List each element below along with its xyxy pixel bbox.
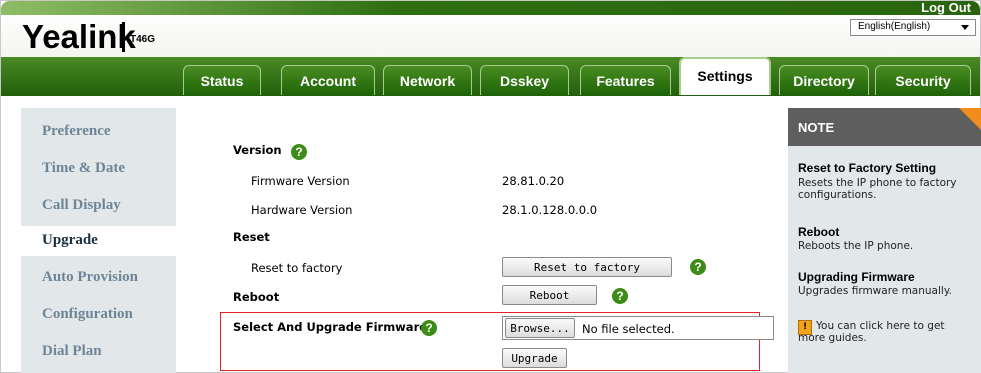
sidebar-item-configuration[interactable]: Configuration xyxy=(42,306,133,323)
sidebar-item-auto-provision[interactable]: Auto Provision xyxy=(42,269,138,286)
help-icon-version[interactable]: ? xyxy=(291,144,307,160)
help-icon-upgrade[interactable]: ? xyxy=(421,320,437,336)
note-reset-text: Resets the IP phone to factory configura… xyxy=(798,177,957,201)
tab-directory[interactable]: Directory xyxy=(779,65,869,95)
tab-account[interactable]: Account xyxy=(281,65,375,95)
language-value: English(English) xyxy=(858,21,931,32)
tab-features[interactable]: Features xyxy=(580,65,671,95)
hardware-version-label: Hardware Version xyxy=(251,203,353,217)
header-logo-area xyxy=(1,9,980,57)
reset-to-factory-button[interactable]: Reset to factory xyxy=(502,257,672,277)
phone-model: T46G xyxy=(130,34,156,45)
note-reset-title: Reset to Factory Setting xyxy=(798,161,937,175)
reboot-heading: Reboot xyxy=(233,290,280,304)
tab-network[interactable]: Network xyxy=(383,65,472,95)
sidebar-item-time-date[interactable]: Time & Date xyxy=(42,160,125,177)
note-guide-link[interactable]: You can click here to get more guides. xyxy=(798,320,973,344)
tab-status[interactable]: Status xyxy=(183,65,261,95)
note-upgrade-title: Upgrading Firmware xyxy=(798,270,915,284)
firmware-version-value: 28.81.0.20 xyxy=(502,174,565,188)
chevron-down-icon xyxy=(961,25,969,30)
firmware-version-label: Firmware Version xyxy=(251,174,350,188)
tab-dsskey[interactable]: Dsskey xyxy=(480,65,569,95)
upgrade-button[interactable]: Upgrade xyxy=(502,348,567,368)
file-status-text: No file selected. xyxy=(582,322,675,336)
version-heading: Version xyxy=(233,143,282,157)
sidebar-item-dial-plan[interactable]: Dial Plan xyxy=(42,343,102,360)
reset-to-factory-label: Reset to factory xyxy=(251,261,343,275)
header-top-band xyxy=(1,1,980,15)
sidebar-item-upgrade[interactable]: Upgrade xyxy=(42,232,98,249)
tab-security[interactable]: Security xyxy=(875,65,971,95)
tab-settings[interactable]: Settings xyxy=(679,57,771,95)
note-title: NOTE xyxy=(798,120,835,135)
help-icon-reboot[interactable]: ? xyxy=(612,288,628,304)
language-select[interactable]: English(English) xyxy=(850,19,976,36)
logout-link[interactable]: Log Out xyxy=(921,0,971,15)
help-icon-reset[interactable]: ? xyxy=(690,259,706,275)
note-reboot-title: Reboot xyxy=(798,225,840,239)
hardware-version-value: 28.1.0.128.0.0.0 xyxy=(502,203,598,217)
yealink-logo: Yealink xyxy=(22,18,136,55)
logo-separator xyxy=(122,22,125,52)
note-corner-accent xyxy=(959,108,981,130)
browse-button[interactable]: Browse... xyxy=(505,318,575,338)
select-upgrade-firmware-label: Select And Upgrade Firmware xyxy=(233,320,428,334)
reboot-button[interactable]: Reboot xyxy=(502,285,597,305)
sidebar-item-preference[interactable]: Preference xyxy=(42,123,111,140)
sidebar-item-call-display[interactable]: Call Display xyxy=(42,197,121,214)
reset-heading: Reset xyxy=(233,230,270,244)
note-reboot-text: Reboots the IP phone. xyxy=(798,240,914,252)
note-upgrade-text: Upgrades firmware manually. xyxy=(798,285,952,297)
